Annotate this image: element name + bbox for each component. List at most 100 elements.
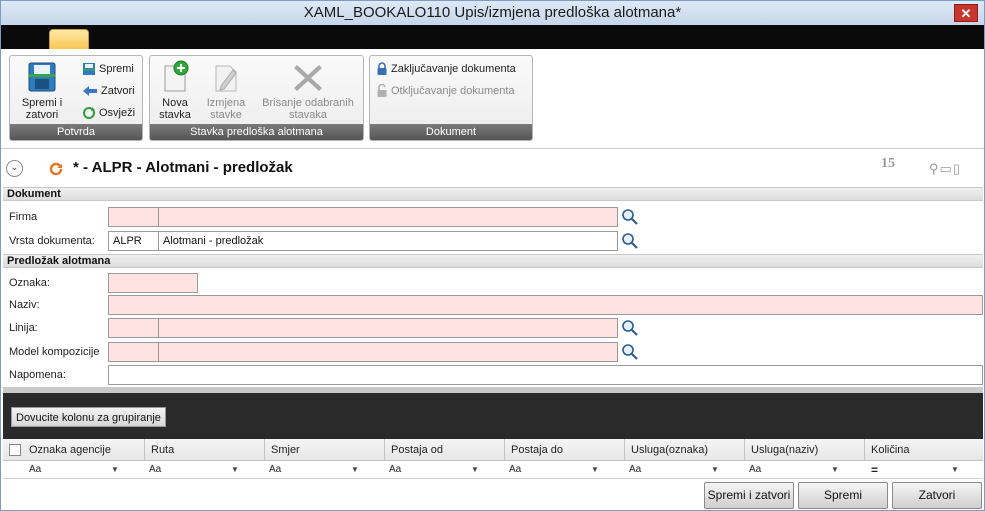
application-window: XAML_BOOKALO110 Upis/izmjena predloška a… <box>0 0 985 511</box>
filter-cell[interactable]: Aa ▼ <box>389 461 505 479</box>
close-button[interactable]: Zatvori <box>82 82 135 100</box>
filter-operator: Aa <box>749 464 762 475</box>
napomena-label: Napomena: <box>9 369 66 381</box>
save-disk-icon <box>28 62 56 92</box>
collapse-toggle-button[interactable]: ⌄ <box>6 160 23 177</box>
filter-cell[interactable]: Aa ▼ <box>749 461 865 479</box>
column-header[interactable]: Postaja do <box>505 439 625 461</box>
linija-name-input[interactable] <box>158 318 618 338</box>
unlock-document-button[interactable]: Otključavanje dokumenta <box>376 82 515 100</box>
firma-search-icon[interactable] <box>620 207 640 227</box>
column-header[interactable]: Smjer <box>265 439 385 461</box>
chevron-down-icon[interactable]: ▼ <box>591 461 599 479</box>
delete-items-line2: stavaka <box>289 109 327 121</box>
column-header[interactable]: Količina <box>865 439 983 461</box>
chevron-down-icon[interactable]: ▼ <box>231 461 239 479</box>
lock-document-button[interactable]: Zaključavanje dokumenta <box>376 60 516 78</box>
firma-name-input[interactable] <box>158 207 618 227</box>
filter-cell[interactable]: Aa ▼ <box>269 461 385 479</box>
select-all-checkbox[interactable] <box>9 444 21 456</box>
column-header[interactable]: Usluga(oznaka) <box>625 439 745 461</box>
save-and-close-button[interactable]: Spremi i zatvori <box>14 60 70 121</box>
column-header[interactable]: Usluga(naziv) <box>745 439 865 461</box>
filter-cell[interactable]: = ▼ <box>871 461 981 479</box>
close-window-button[interactable]: ✕ <box>954 4 978 22</box>
column-header[interactable]: Postaja od <box>385 439 505 461</box>
attachment-icon[interactable]: ⚲ <box>929 161 940 176</box>
document-number: 15 <box>881 156 895 171</box>
ribbon-group-stavka: Nova stavka Izmjena stavke Brisanje odab… <box>149 55 364 141</box>
linija-code-input[interactable] <box>108 318 159 338</box>
application-menu-tab[interactable] <box>49 29 89 51</box>
document-title: * - ALPR - Alotmani - predložak <box>73 159 293 176</box>
grid-group-panel[interactable]: Dovucite kolonu za grupiranje <box>3 387 983 439</box>
save-small-icon <box>83 63 95 76</box>
refresh-icon <box>83 107 95 120</box>
filter-cell[interactable]: Aa ▼ <box>149 461 265 479</box>
napomena-input[interactable] <box>108 365 983 385</box>
vrsta-name-input[interactable]: Alotmani - predložak <box>158 231 618 251</box>
filter-operator: Aa <box>149 464 162 475</box>
filter-cell[interactable]: Aa ▼ <box>509 461 625 479</box>
filter-cell[interactable]: Aa ▼ <box>629 461 745 479</box>
chevron-down-icon[interactable]: ▼ <box>951 461 959 479</box>
new-item-button[interactable]: Nova stavka <box>154 60 196 121</box>
close-bottom-button[interactable]: Zatvori <box>892 482 982 509</box>
edit-item-button[interactable]: Izmjena stavke <box>202 60 250 121</box>
save-bottom-button[interactable]: Spremi <box>798 482 888 509</box>
grid-filter-row: Aa ▼ Aa ▼ Aa ▼ Aa ▼ Aa ▼ Aa ▼ Aa ▼ = ▼ <box>3 461 983 479</box>
grid-header: Oznaka agencije Ruta Smjer Postaja od Po… <box>3 439 983 461</box>
vrsta-code-input[interactable]: ALPR <box>108 231 159 251</box>
reload-orange-icon[interactable] <box>49 162 63 176</box>
save-button[interactable]: Spremi <box>82 60 134 78</box>
edit-item-line1: Izmjena <box>206 97 246 109</box>
model-kompozicije-label: Model kompozicije <box>9 346 100 358</box>
section-predlozak: Predložak alotmana <box>3 254 983 268</box>
chevron-down-icon[interactable]: ▼ <box>471 461 479 479</box>
edit-item-line2: stavke <box>210 109 242 121</box>
chevron-down-icon[interactable]: ▼ <box>831 461 839 479</box>
naziv-input[interactable] <box>108 295 983 315</box>
lock-document-label: Zaključavanje dokumenta <box>391 63 516 75</box>
ribbon-group-title: Stavka predloška alotmana <box>150 124 363 140</box>
filter-operator: Aa <box>629 464 642 475</box>
refresh-label: Osvježi <box>99 107 136 119</box>
save-close-line1: Spremi i <box>21 97 63 109</box>
linija-label: Linija: <box>9 322 38 334</box>
filter-operator: Aa <box>509 464 522 475</box>
model-code-input[interactable] <box>108 342 159 362</box>
delete-x-icon <box>294 65 322 91</box>
new-document-icon <box>164 60 189 92</box>
delete-items-button[interactable]: Brisanje odabranih stavaka <box>256 60 360 121</box>
delete-items-line1: Brisanje odabranih <box>262 97 354 109</box>
linija-search-icon[interactable] <box>620 318 640 338</box>
column-header[interactable]: Ruta <box>145 439 265 461</box>
save-close-line2: zatvori <box>25 109 59 121</box>
close-label: Zatvori <box>101 85 135 97</box>
save-and-close-bottom-button[interactable]: Spremi i zatvori <box>704 482 794 509</box>
chevron-down-icon[interactable]: ▼ <box>111 461 119 479</box>
column-header[interactable]: Oznaka agencije <box>23 439 145 461</box>
new-item-line2: stavka <box>159 109 191 121</box>
window-title: XAML_BOOKALO110 Upis/izmjena predloška a… <box>303 4 682 21</box>
lock-icon <box>377 62 387 76</box>
group-by-hint: Dovucite kolonu za grupiranje <box>11 407 166 427</box>
book-icon[interactable]: ▭ <box>940 161 953 176</box>
clipboard-icon[interactable]: ▯ <box>953 161 961 176</box>
filter-cell[interactable]: Aa ▼ <box>29 461 145 479</box>
model-search-icon[interactable] <box>620 342 640 362</box>
section-dokument: Dokument <box>3 187 983 201</box>
ribbon-group-title: Dokument <box>370 124 532 140</box>
title-bar: XAML_BOOKALO110 Upis/izmjena predloška a… <box>1 1 984 25</box>
chevron-down-icon[interactable]: ▼ <box>711 461 719 479</box>
ribbon-group-title: Potvrda <box>10 124 142 140</box>
arrow-left-icon <box>83 86 97 97</box>
firma-label: Firma <box>9 211 38 223</box>
vrsta-search-icon[interactable] <box>620 231 640 251</box>
model-name-input[interactable] <box>158 342 618 362</box>
vrsta-dokumenta-label: Vrsta dokumenta: <box>9 235 95 247</box>
firma-code-input[interactable] <box>108 207 159 227</box>
oznaka-input[interactable] <box>108 273 198 293</box>
chevron-down-icon[interactable]: ▼ <box>351 461 359 479</box>
refresh-button[interactable]: Osvježi <box>82 104 135 122</box>
